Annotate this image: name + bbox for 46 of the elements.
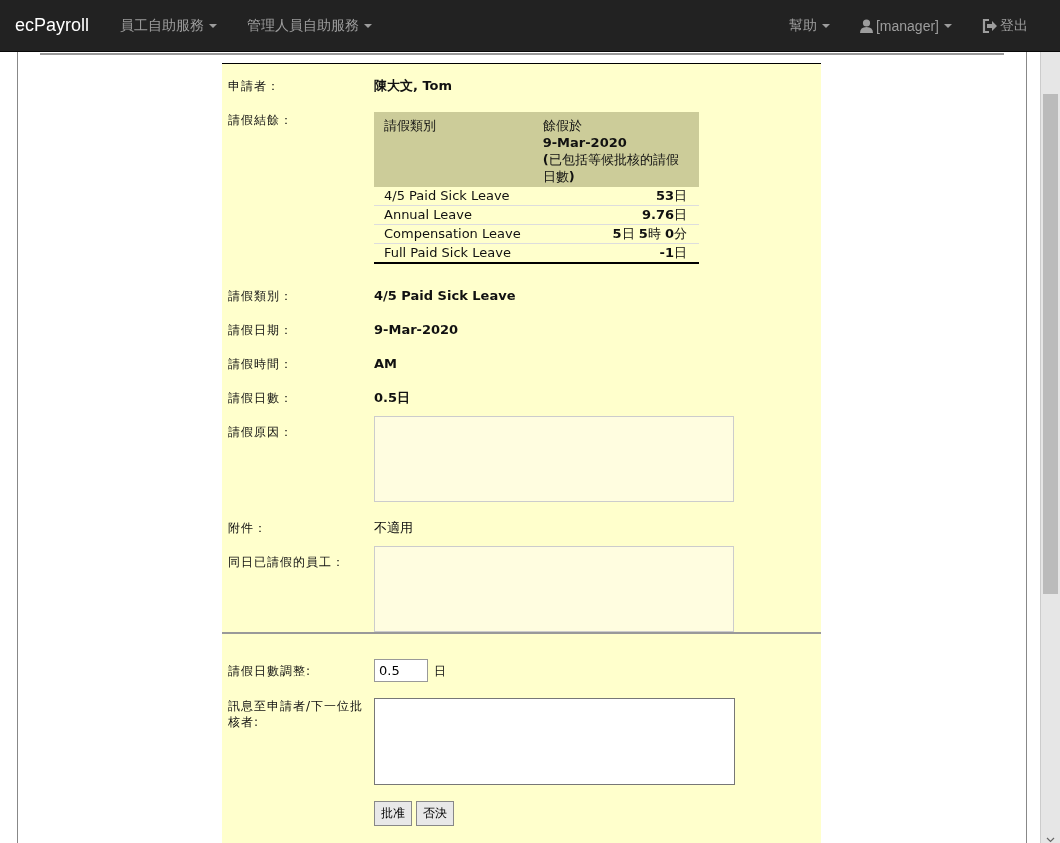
leave-type-cell: Annual Leave xyxy=(374,205,533,225)
balance-cell: 53日 xyxy=(532,187,699,206)
field-value: AM xyxy=(374,356,397,371)
reject-button[interactable]: 否決 xyxy=(416,801,454,826)
chevron-down-icon xyxy=(1046,837,1055,843)
leave-type-cell: 4/5 Paid Sick Leave xyxy=(374,187,533,206)
field-label: 請假日數： xyxy=(228,390,294,406)
field-label: 請假類別： xyxy=(228,288,294,304)
app-brand[interactable]: ecPayroll xyxy=(15,15,90,36)
field-label: 申請者： xyxy=(228,78,281,94)
caret-icon xyxy=(821,23,830,28)
balance-cell: 5日 5時 0分 xyxy=(532,224,699,244)
balance-cell: -1日 xyxy=(532,243,699,263)
field-label: 請假日數調整: xyxy=(228,662,313,679)
field-label: 請假結餘： xyxy=(228,112,294,129)
applicant-name: 陳大文, Tom xyxy=(374,78,453,93)
leave-type-cell: Full Paid Sick Leave xyxy=(374,243,533,263)
column-header: 餘假於 9-Mar-2020 (已包括等候批核的請假日數) xyxy=(532,112,699,187)
menu-dropdown[interactable]: 幫助 xyxy=(773,16,845,35)
message-field[interactable] xyxy=(374,698,735,785)
field-value: 不適用 xyxy=(374,520,413,535)
logout-icon xyxy=(982,18,997,33)
menu-dropdown[interactable]: [manager] xyxy=(844,17,967,34)
field-label: 請假原因： xyxy=(228,424,294,441)
days-input[interactable]: 0.5 xyxy=(374,659,428,682)
caret-icon xyxy=(364,23,373,28)
menu-dropdown[interactable]: 管理人員自助服務 xyxy=(232,16,388,35)
user-icon xyxy=(859,18,873,33)
logout-link[interactable]: 登出 xyxy=(967,16,1060,35)
field-value: 9-Mar-2020 xyxy=(374,322,459,337)
approve-button[interactable]: 批准 xyxy=(374,801,412,826)
balance-cell: 9.76日 xyxy=(532,205,699,225)
field-label: 附件： xyxy=(228,520,268,536)
field-value: 4/5 Paid Sick Leave xyxy=(374,288,516,303)
unit-label: 日 xyxy=(434,662,446,679)
leave-type-cell: Compensation Leave xyxy=(374,224,533,244)
caret-icon xyxy=(944,23,952,28)
field-value: 0.5日 xyxy=(374,390,411,405)
field-label: 請假時間： xyxy=(228,356,294,372)
field-label: 請假日期： xyxy=(228,322,294,338)
field-label: 訊息至申請者/下一位批核者: xyxy=(228,698,365,731)
caret-icon xyxy=(209,23,218,28)
column-header: 請假類別 xyxy=(374,112,533,187)
scrollbar[interactable] xyxy=(1040,52,1060,843)
menu-dropdown[interactable]: 員工自助服務 xyxy=(105,16,233,35)
field-label: 同日已請假的員工： xyxy=(228,554,346,571)
